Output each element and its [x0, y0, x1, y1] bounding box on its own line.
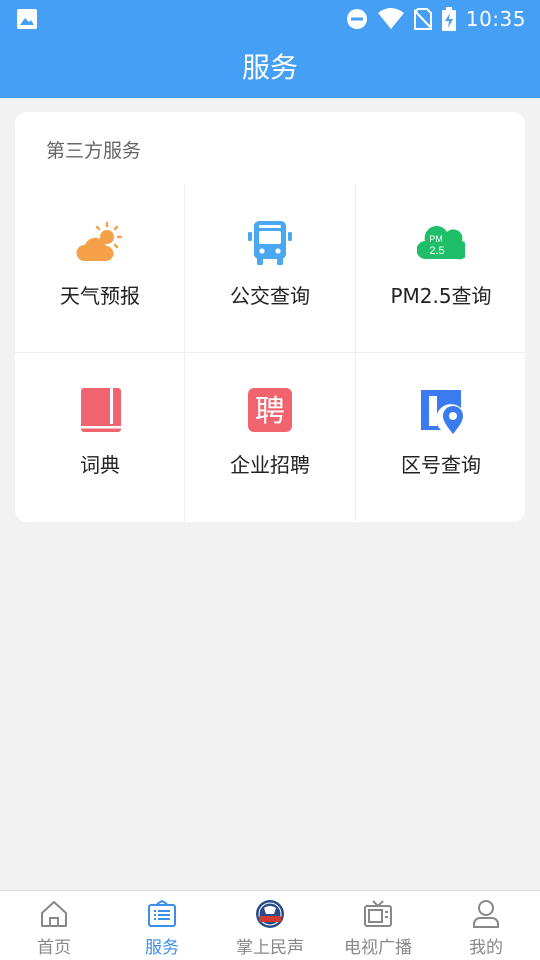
pm25-icon-text-top: PM — [429, 234, 443, 244]
dictionary-book-icon — [81, 388, 121, 432]
tab-tv-broadcast[interactable]: 电视广播 — [324, 891, 432, 960]
service-label: 企业招聘 — [230, 453, 310, 477]
status-icons: 10:35 — [346, 6, 526, 32]
service-label: 天气预报 — [60, 284, 140, 308]
bottom-tab-bar: 首页 服务 掌上民声 电视广播 我的 — [0, 890, 540, 960]
weather-icon — [76, 221, 123, 261]
service-label: 公交查询 — [230, 284, 310, 308]
service-weather[interactable]: 天气预报 — [15, 184, 185, 353]
service-bus[interactable]: 公交查询 — [185, 184, 355, 353]
tab-label: 电视广播 — [344, 938, 412, 958]
service-label: 词典 — [80, 453, 120, 477]
tab-mine[interactable]: 我的 — [432, 891, 540, 960]
wifi-icon — [377, 8, 404, 29]
service-label: PM2.5查询 — [390, 284, 492, 308]
tv-icon — [364, 900, 392, 927]
tab-service[interactable]: 服务 — [108, 891, 216, 960]
service-dictionary[interactable]: 词典 — [15, 353, 185, 522]
tab-label: 首页 — [37, 938, 71, 958]
pm25-icon-text-bottom: 2.5 — [429, 245, 444, 257]
app-bar: 服务 — [0, 38, 540, 98]
service-pm25[interactable]: PM 2.5 PM2.5查询 — [356, 184, 525, 353]
service-recruit[interactable]: 聘 企业招聘 — [185, 353, 355, 522]
home-icon — [41, 901, 67, 927]
status-time: 10:35 — [465, 7, 526, 31]
user-icon — [473, 900, 499, 928]
tab-label: 掌上民声 — [236, 938, 304, 958]
service-label: 区号查询 — [401, 453, 481, 477]
tab-minsheng[interactable]: 掌上民声 — [216, 891, 324, 960]
bus-icon — [248, 221, 292, 265]
status-bar: 10:35 — [0, 0, 540, 38]
tab-home[interactable]: 首页 — [0, 891, 108, 960]
gallery-notification-icon — [17, 9, 37, 29]
recruit-icon-text: 聘 — [255, 394, 285, 429]
service-list-icon — [148, 899, 176, 927]
tab-label: 我的 — [469, 938, 503, 958]
area-code-location-icon — [421, 390, 463, 434]
minsheng-logo-icon — [256, 900, 284, 928]
services-grid: 天气预报 公交查询 PM 2.5 PM2.5查询 词典 聘 企业招聘 区号查询 — [15, 184, 525, 522]
do-not-disturb-icon — [346, 9, 367, 29]
section-title: 第三方服务 — [46, 140, 142, 162]
recruit-icon: 聘 — [248, 388, 292, 432]
no-sim-icon — [413, 8, 432, 30]
service-area-code[interactable]: 区号查询 — [356, 353, 525, 522]
battery-charging-icon — [441, 7, 456, 31]
page-title: 服务 — [241, 51, 298, 84]
pm25-cloud-icon: PM 2.5 — [417, 226, 465, 260]
third-party-services-card: 第三方服务 天气预报 公交查询 PM 2.5 PM2.5查询 词典 聘 企业招聘… — [15, 112, 525, 522]
tab-label: 服务 — [145, 938, 179, 958]
